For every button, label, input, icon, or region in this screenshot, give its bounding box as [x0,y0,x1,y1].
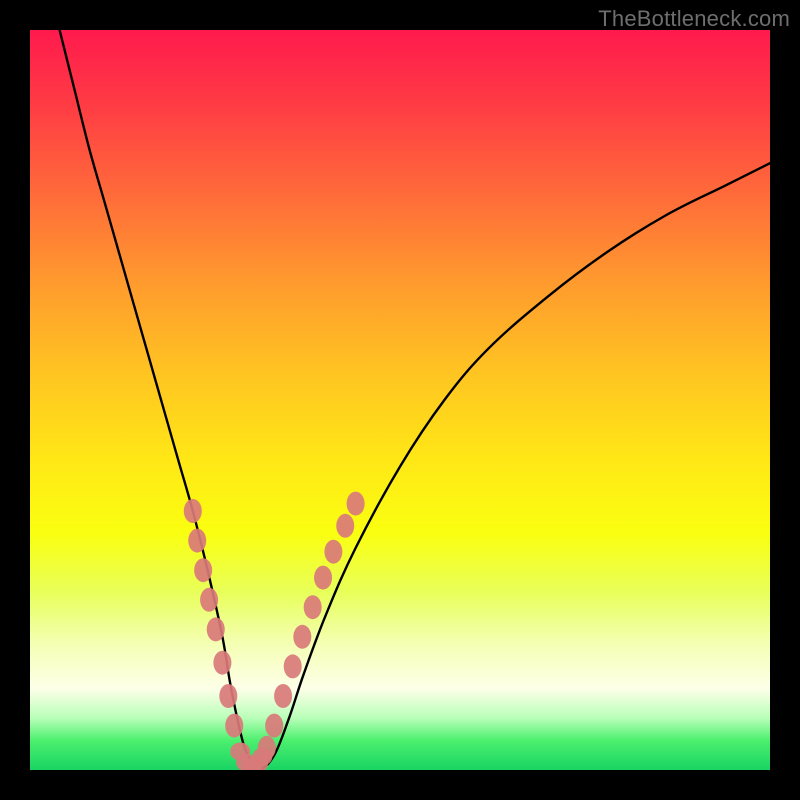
plot-area [30,30,770,770]
marker-dot [184,499,202,523]
marker-dot [207,617,225,641]
marker-dot [200,588,218,612]
marker-dot [194,558,212,582]
marker-dot [336,514,354,538]
marker-dot [188,529,206,553]
marker-group-left [184,499,243,738]
marker-dot [252,748,272,766]
marker-group-right [258,492,365,760]
chart-frame: TheBottleneck.com [0,0,800,800]
chart-svg [30,30,770,770]
watermark-label: TheBottleneck.com [598,6,790,32]
marker-dot [293,625,311,649]
marker-dot [274,684,292,708]
bottleneck-curve [60,30,770,770]
marker-dot [225,714,243,738]
marker-dot [324,540,342,564]
marker-dot [213,651,231,675]
marker-dot [304,595,322,619]
marker-dot [219,684,237,708]
marker-dot [347,492,365,516]
marker-dot [284,654,302,678]
marker-dot [265,714,283,738]
marker-dot [314,566,332,590]
